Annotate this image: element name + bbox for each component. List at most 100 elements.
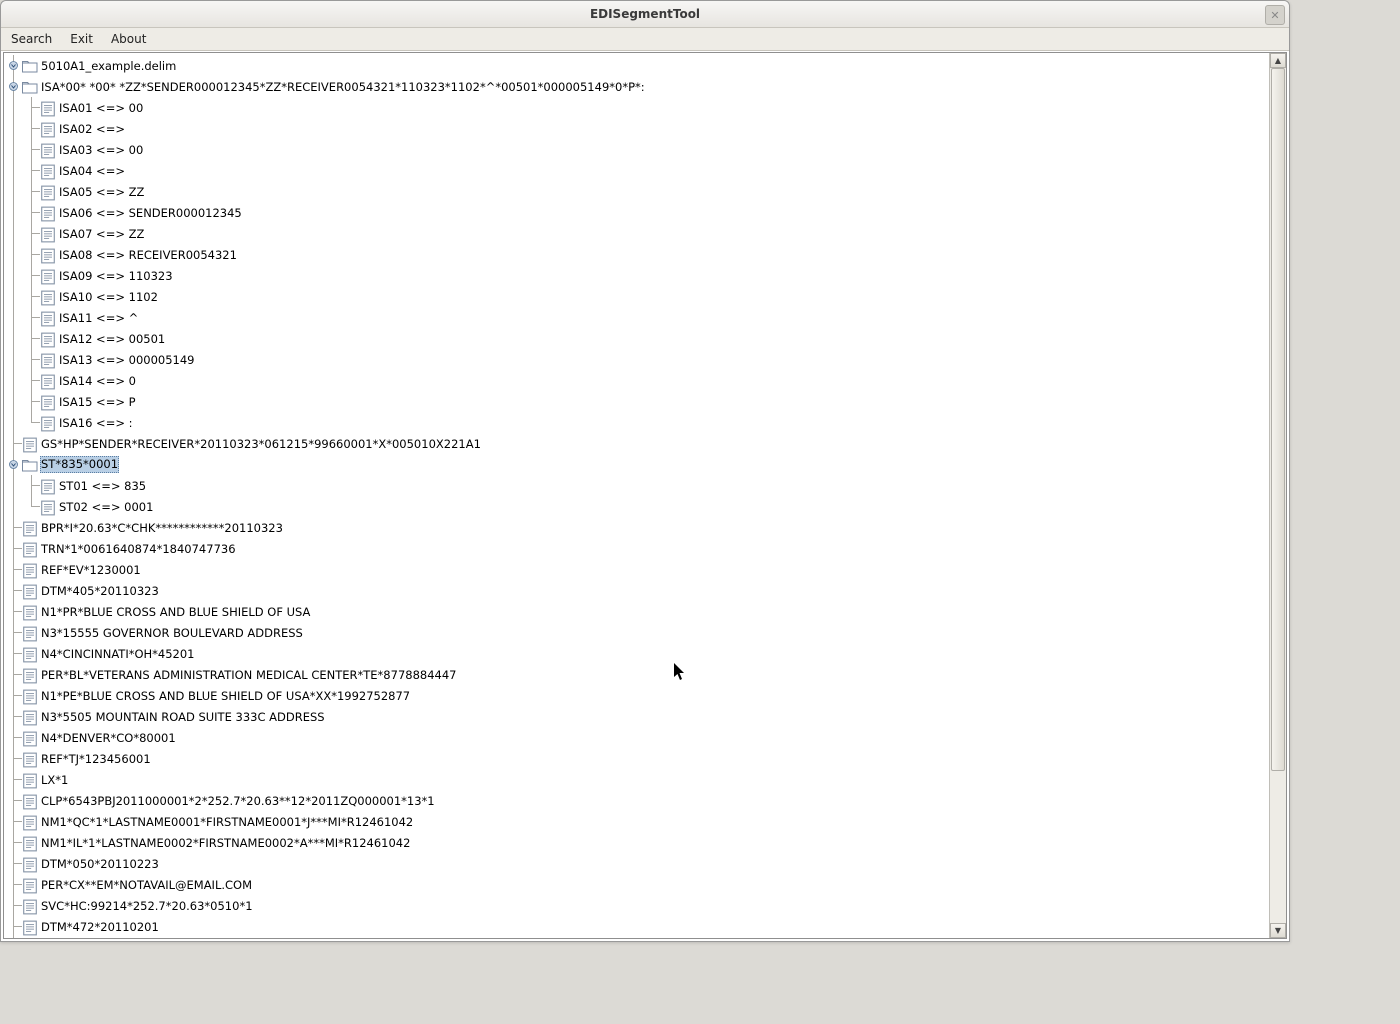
tree-node-label[interactable]: ISA02 <=> — [58, 122, 126, 136]
tree-node-label[interactable]: GS*HP*SENDER*RECEIVER*20110323*061215*99… — [40, 437, 482, 451]
tree-row[interactable]: ISA05 <=> ZZ — [4, 181, 1269, 202]
tree-row[interactable]: DTM*405*20110323 — [4, 580, 1269, 601]
tree-row[interactable]: DTM*050*20110223 — [4, 853, 1269, 874]
tree-row[interactable]: LX*1 — [4, 769, 1269, 790]
tree-row[interactable]: NM1*IL*1*LASTNAME0002*FIRSTNAME0002*A***… — [4, 832, 1269, 853]
expand-toggle-icon[interactable] — [9, 82, 18, 91]
tree-row[interactable]: ST01 <=> 835 — [4, 475, 1269, 496]
tree-node-label[interactable]: DTM*405*20110323 — [40, 584, 160, 598]
tree-row[interactable]: SVC*HC:99214*252.7*20.63*0510*1 — [4, 895, 1269, 916]
tree-row[interactable]: ISA16 <=> : — [4, 412, 1269, 433]
tree-row[interactable]: ISA01 <=> 00 — [4, 97, 1269, 118]
tree-node-label[interactable]: PER*BL*VETERANS ADMINISTRATION MEDICAL C… — [40, 668, 457, 682]
tree-row[interactable]: N4*DENVER*CO*80001 — [4, 727, 1269, 748]
scroll-track[interactable] — [1270, 68, 1286, 923]
tree-node-label[interactable]: ISA07 <=> ZZ — [58, 227, 145, 241]
tree-row[interactable]: ISA04 <=> — [4, 160, 1269, 181]
tree-node-label[interactable]: TRN*1*0061640874*1840747736 — [40, 542, 237, 556]
tree-node-label[interactable]: ISA11 <=> ^ — [58, 311, 139, 325]
tree-node-label[interactable]: ISA12 <=> 00501 — [58, 332, 166, 346]
tree-node-label[interactable]: N3*5505 MOUNTAIN ROAD SUITE 333C ADDRESS — [40, 710, 326, 724]
tree-row[interactable]: ISA14 <=> 0 — [4, 370, 1269, 391]
expand-toggle-icon[interactable] — [9, 61, 18, 70]
tree-node-label[interactable]: N4*DENVER*CO*80001 — [40, 731, 177, 745]
tree-node-label[interactable]: ISA01 <=> 00 — [58, 101, 144, 115]
tree-row[interactable]: ST02 <=> 0001 — [4, 496, 1269, 517]
tree-node-label[interactable]: ISA03 <=> 00 — [58, 143, 144, 157]
tree-node-label[interactable]: ISA08 <=> RECEIVER0054321 — [58, 248, 238, 262]
tree-node-label[interactable]: DTM*472*20110201 — [40, 920, 160, 934]
tree-node-label[interactable]: BPR*I*20.63*C*CHK************20110323 — [40, 521, 284, 535]
tree-node-label[interactable]: N4*CINCINNATI*OH*45201 — [40, 647, 196, 661]
tree-row[interactable]: ST*835*0001 — [4, 454, 1269, 475]
tree-row[interactable]: ISA10 <=> 1102 — [4, 286, 1269, 307]
tree-row[interactable]: ISA15 <=> P — [4, 391, 1269, 412]
tree-row[interactable]: N1*PR*BLUE CROSS AND BLUE SHIELD OF USA — [4, 601, 1269, 622]
tree-row[interactable]: ISA*00* *00* *ZZ*SENDER000012345*ZZ*RECE… — [4, 76, 1269, 97]
expand-toggle-icon[interactable] — [9, 460, 18, 469]
tree-row[interactable]: ISA12 <=> 00501 — [4, 328, 1269, 349]
scroll-down-button[interactable]: ▼ — [1270, 923, 1286, 938]
tree-row[interactable]: ISA03 <=> 00 — [4, 139, 1269, 160]
tree-row[interactable]: REF*EV*1230001 — [4, 559, 1269, 580]
tree-node-label[interactable]: ISA14 <=> 0 — [58, 374, 137, 388]
tree-row[interactable]: CLP*6543PBJ2011000001*2*252.7*20.63**12*… — [4, 790, 1269, 811]
menu-search[interactable]: Search — [5, 30, 58, 48]
tree-row[interactable]: PER*CX**EM*NOTAVAIL@EMAIL.COM — [4, 874, 1269, 895]
tree-node-label[interactable]: ISA10 <=> 1102 — [58, 290, 159, 304]
tree-row[interactable]: NM1*QC*1*LASTNAME0001*FIRSTNAME0001*J***… — [4, 811, 1269, 832]
tree-row[interactable]: N3*15555 GOVERNOR BOULEVARD ADDRESS — [4, 622, 1269, 643]
tree-node-label[interactable]: LX*1 — [40, 773, 69, 787]
tree-node-label[interactable]: ISA05 <=> ZZ — [58, 185, 145, 199]
tree-node-label[interactable]: ISA16 <=> : — [58, 416, 134, 430]
tree-row[interactable]: ISA09 <=> 110323 — [4, 265, 1269, 286]
tree-node-label[interactable]: ISA13 <=> 000005149 — [58, 353, 195, 367]
tree-node-label[interactable]: ST*835*0001 — [40, 456, 119, 473]
tree-node-label[interactable]: SVC*HC:99214*252.7*20.63*0510*1 — [40, 899, 254, 913]
tree-row[interactable]: CAS*CO*45*149.57**171*82.5 — [4, 937, 1269, 938]
tree-node-label[interactable]: DTM*050*20110223 — [40, 857, 160, 871]
tree-view[interactable]: 5010A1_example.delim ISA*00* *00* *ZZ*SEN… — [4, 53, 1269, 938]
tree-node-label[interactable]: ISA15 <=> P — [58, 395, 137, 409]
tree-row[interactable]: DTM*472*20110201 — [4, 916, 1269, 937]
tree-row[interactable]: TRN*1*0061640874*1840747736 — [4, 538, 1269, 559]
tree-node-label[interactable]: ST01 <=> 835 — [58, 479, 147, 493]
vertical-scrollbar[interactable]: ▲ ▼ — [1269, 53, 1286, 938]
tree-node-label[interactable]: ISA06 <=> SENDER000012345 — [58, 206, 243, 220]
tree-node-label[interactable]: 5010A1_example.delim — [40, 59, 177, 73]
tree-row[interactable]: N1*PE*BLUE CROSS AND BLUE SHIELD OF USA*… — [4, 685, 1269, 706]
scroll-thumb[interactable] — [1271, 68, 1285, 771]
tree-row[interactable]: N3*5505 MOUNTAIN ROAD SUITE 333C ADDRESS — [4, 706, 1269, 727]
tree-node-label[interactable]: NM1*QC*1*LASTNAME0001*FIRSTNAME0001*J***… — [40, 815, 414, 829]
tree-node-label[interactable]: ISA04 <=> — [58, 164, 126, 178]
tree-row[interactable]: ISA13 <=> 000005149 — [4, 349, 1269, 370]
tree-row[interactable]: ISA06 <=> SENDER000012345 — [4, 202, 1269, 223]
tree-node-label[interactable]: PER*CX**EM*NOTAVAIL@EMAIL.COM — [40, 878, 253, 892]
scroll-up-button[interactable]: ▲ — [1270, 53, 1286, 68]
menu-exit[interactable]: Exit — [64, 30, 99, 48]
tree-row[interactable]: N4*CINCINNATI*OH*45201 — [4, 643, 1269, 664]
tree-node-label[interactable]: ST02 <=> 0001 — [58, 500, 154, 514]
tree-row[interactable]: ISA07 <=> ZZ — [4, 223, 1269, 244]
tree-node-label[interactable]: CLP*6543PBJ2011000001*2*252.7*20.63**12*… — [40, 794, 436, 808]
close-button[interactable]: ✕ — [1265, 5, 1285, 25]
tree-row[interactable]: GS*HP*SENDER*RECEIVER*20110323*061215*99… — [4, 433, 1269, 454]
tree-row[interactable]: 5010A1_example.delim — [4, 55, 1269, 76]
tree-node-label[interactable]: REF*EV*1230001 — [40, 563, 142, 577]
file-icon — [22, 878, 38, 892]
tree-node-label[interactable]: NM1*IL*1*LASTNAME0002*FIRSTNAME0002*A***… — [40, 836, 411, 850]
tree-node-label[interactable]: N1*PE*BLUE CROSS AND BLUE SHIELD OF USA*… — [40, 689, 411, 703]
tree-row[interactable]: ISA08 <=> RECEIVER0054321 — [4, 244, 1269, 265]
tree-row[interactable]: PER*BL*VETERANS ADMINISTRATION MEDICAL C… — [4, 664, 1269, 685]
tree-node-label[interactable]: N1*PR*BLUE CROSS AND BLUE SHIELD OF USA — [40, 605, 311, 619]
tree-row[interactable]: ISA11 <=> ^ — [4, 307, 1269, 328]
titlebar[interactable]: EDISegmentTool ✕ — [1, 1, 1289, 28]
tree-row[interactable]: ISA02 <=> — [4, 118, 1269, 139]
tree-row[interactable]: BPR*I*20.63*C*CHK************20110323 — [4, 517, 1269, 538]
tree-node-label[interactable]: REF*TJ*123456001 — [40, 752, 152, 766]
tree-row[interactable]: REF*TJ*123456001 — [4, 748, 1269, 769]
tree-node-label[interactable]: ISA*00* *00* *ZZ*SENDER000012345*ZZ*RECE… — [40, 80, 646, 94]
menu-about[interactable]: About — [105, 30, 152, 48]
tree-node-label[interactable]: ISA09 <=> 110323 — [58, 269, 174, 283]
tree-node-label[interactable]: N3*15555 GOVERNOR BOULEVARD ADDRESS — [40, 626, 304, 640]
